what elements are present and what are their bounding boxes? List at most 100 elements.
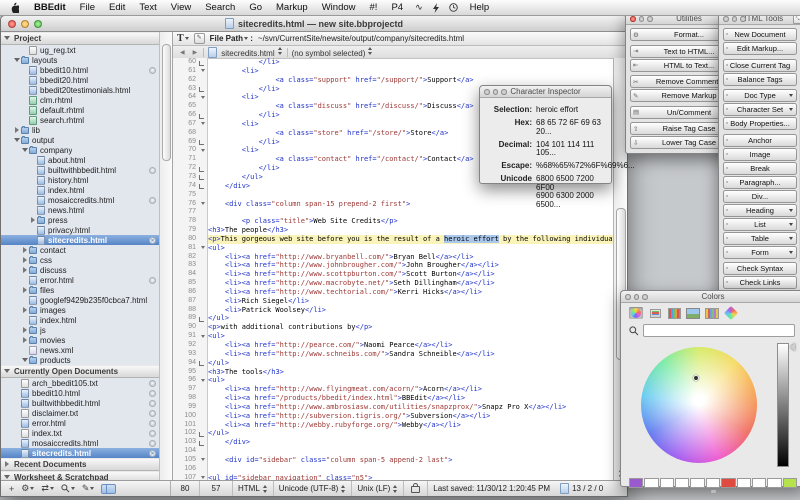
menu-window[interactable]: Window xyxy=(315,2,363,13)
sidebar-item[interactable]: privacy.html xyxy=(1,225,159,235)
fold-close-icon[interactable] xyxy=(199,184,204,189)
fold-open-icon[interactable] xyxy=(201,202,205,205)
forward-button[interactable]: ▶ xyxy=(191,49,200,56)
counts-indicator[interactable]: 13 / 2 / 0 xyxy=(555,481,608,496)
code-line[interactable]: <a class="support" href="/support/">Supp… xyxy=(208,76,614,85)
disclosure-triangle-icon[interactable] xyxy=(15,127,19,133)
apple-menu[interactable] xyxy=(0,2,27,13)
fold-open-icon[interactable] xyxy=(201,69,205,72)
disclosure-triangle-icon[interactable] xyxy=(14,138,20,142)
list-button[interactable]: ▫List xyxy=(723,218,797,231)
back-button[interactable]: ◀ xyxy=(178,49,187,56)
code-line[interactable]: <li><a href="http://pearce.com/">Naomi P… xyxy=(208,341,614,350)
document-popup[interactable]: sitecredits.html xyxy=(221,47,282,58)
code-line[interactable]: <li><a href="http://www.ambrosiasw.com/u… xyxy=(208,403,614,412)
fold-open-icon[interactable] xyxy=(201,96,205,99)
balance-tags-button[interactable]: ▫Balance Tags xyxy=(723,73,797,86)
sidebar-item[interactable]: mosaiccredits.html× xyxy=(1,438,159,448)
sidebar-item[interactable]: press xyxy=(1,215,159,225)
disclosure-triangle-icon[interactable] xyxy=(22,358,28,362)
sidebar-item[interactable]: history.html xyxy=(1,175,159,185)
close-badge-icon[interactable]: × xyxy=(149,430,156,437)
color-wheel-marker[interactable] xyxy=(693,375,699,381)
sidebar-item[interactable]: builtwithbbedit.html× xyxy=(1,398,159,408)
fold-open-icon[interactable] xyxy=(201,379,205,382)
palette-close-button[interactable] xyxy=(625,294,631,300)
close-badge-icon[interactable]: × xyxy=(149,277,156,284)
menu-file[interactable]: File xyxy=(73,2,102,13)
color-swatch[interactable] xyxy=(737,478,751,488)
code-line[interactable]: <p>This gorgeous web site before you is … xyxy=(208,235,614,244)
sidebar-item[interactable]: error.html× xyxy=(1,275,159,285)
color-search-input[interactable] xyxy=(643,324,795,337)
color-swatch[interactable] xyxy=(752,478,766,488)
fold-close-icon[interactable] xyxy=(199,87,204,92)
sidebar-item[interactable]: output xyxy=(1,135,159,145)
disclosure-triangle-icon[interactable] xyxy=(23,327,27,333)
edit-document-icon[interactable]: ✎ xyxy=(194,33,205,44)
close-badge-icon[interactable]: × xyxy=(149,237,156,244)
code-line[interactable]: <li><a href="/products/bbedit/index.html… xyxy=(208,394,614,403)
menu-help[interactable]: Help xyxy=(463,0,497,15)
brightness-slider[interactable] xyxy=(777,343,789,467)
sidebar-item[interactable]: sitecredits.html× xyxy=(1,448,159,458)
check-links-button[interactable]: ▫Check Links xyxy=(723,276,797,289)
color-swatch[interactable] xyxy=(644,478,658,488)
line-endings-popup[interactable]: Unix (LF) xyxy=(352,481,404,496)
close-badge-icon[interactable]: × xyxy=(149,420,156,427)
code-line[interactable]: <li> xyxy=(208,67,614,76)
break-button[interactable]: ▫Break xyxy=(723,162,797,175)
paragraph-button[interactable]: ▫Paragraph... xyxy=(723,176,797,189)
close-badge-icon[interactable]: × xyxy=(149,167,156,174)
code-line[interactable]: <li>Rich Siegel</li> xyxy=(208,297,614,306)
sidebar-item[interactable]: news.xml xyxy=(1,345,159,355)
encoding-popup[interactable]: Unicode (UTF-8) xyxy=(274,481,353,496)
sidebar-scrollbar[interactable] xyxy=(159,32,173,481)
fold-open-icon[interactable] xyxy=(201,149,205,152)
file-path-popup[interactable]: File Path : xyxy=(210,34,253,43)
sidebar-item[interactable]: bbedit20testimonials.html xyxy=(1,85,159,95)
close-badge-icon[interactable]: × xyxy=(149,390,156,397)
menu-[interactable]: #! xyxy=(363,2,385,13)
palette-zoom-button[interactable] xyxy=(740,16,746,22)
fold-close-icon[interactable] xyxy=(199,361,204,366)
sidebar-item[interactable]: bbedit10.html× xyxy=(1,388,159,398)
image-icon[interactable] xyxy=(686,307,700,319)
sidebar-item[interactable]: layouts xyxy=(1,55,159,65)
menu-go[interactable]: Go xyxy=(242,2,269,13)
code-line[interactable]: <li><a href="http://subversion.tigris.or… xyxy=(208,412,614,421)
character-inspector-titlebar[interactable]: Character Inspector xyxy=(480,86,611,98)
sidebar-item[interactable]: news.html xyxy=(1,205,159,215)
sidebar-item[interactable]: index.txt× xyxy=(1,428,159,438)
crayons-icon[interactable] xyxy=(705,307,719,319)
sidebar-item[interactable]: ug_reg.txt xyxy=(1,45,159,55)
close-button[interactable] xyxy=(8,20,16,28)
palette-close-button[interactable] xyxy=(484,89,490,95)
sidebar-item[interactable]: company xyxy=(1,145,159,155)
code-line[interactable]: <li><a href="http://www.macrobyte.net/">… xyxy=(208,279,614,288)
sidebar-item[interactable]: sitecredits.html× xyxy=(1,235,159,245)
sidebar-item[interactable]: discuss xyxy=(1,265,159,275)
code-line[interactable]: <p class="title">Web Site Credits</p> xyxy=(208,217,614,226)
code-line[interactable]: <h3>The people</h3> xyxy=(208,226,614,235)
code-line[interactable]: <ul> xyxy=(208,332,614,341)
body-properties-button[interactable]: ▫Body Properties... xyxy=(723,117,797,130)
fold-close-icon[interactable] xyxy=(199,175,204,180)
pen-icon[interactable]: ✎ xyxy=(82,483,95,494)
fold-open-icon[interactable] xyxy=(201,246,205,249)
recent-documents-section-header[interactable]: Recent Documents xyxy=(1,458,159,471)
scripts-menu-icon[interactable]: ∿ xyxy=(410,2,428,13)
edit-markup-button[interactable]: ▫Edit Markup... xyxy=(723,42,797,55)
fold-close-icon[interactable] xyxy=(199,317,204,322)
form-button[interactable]: ▫Form xyxy=(723,246,797,259)
palette-zoom-button[interactable] xyxy=(647,16,653,22)
palette-minimize-button[interactable] xyxy=(634,294,640,300)
disclosure-triangle-icon[interactable] xyxy=(23,307,27,313)
close-badge-icon[interactable]: × xyxy=(149,450,156,457)
sidebar-item[interactable]: error.html× xyxy=(1,418,159,428)
clock-menu-icon[interactable] xyxy=(444,3,463,12)
code-line[interactable]: <ul> xyxy=(208,376,614,385)
cube-icon[interactable] xyxy=(724,307,738,319)
cursor-line-indicator[interactable]: 80 xyxy=(171,481,200,496)
sidebar-item[interactable]: products xyxy=(1,355,159,365)
